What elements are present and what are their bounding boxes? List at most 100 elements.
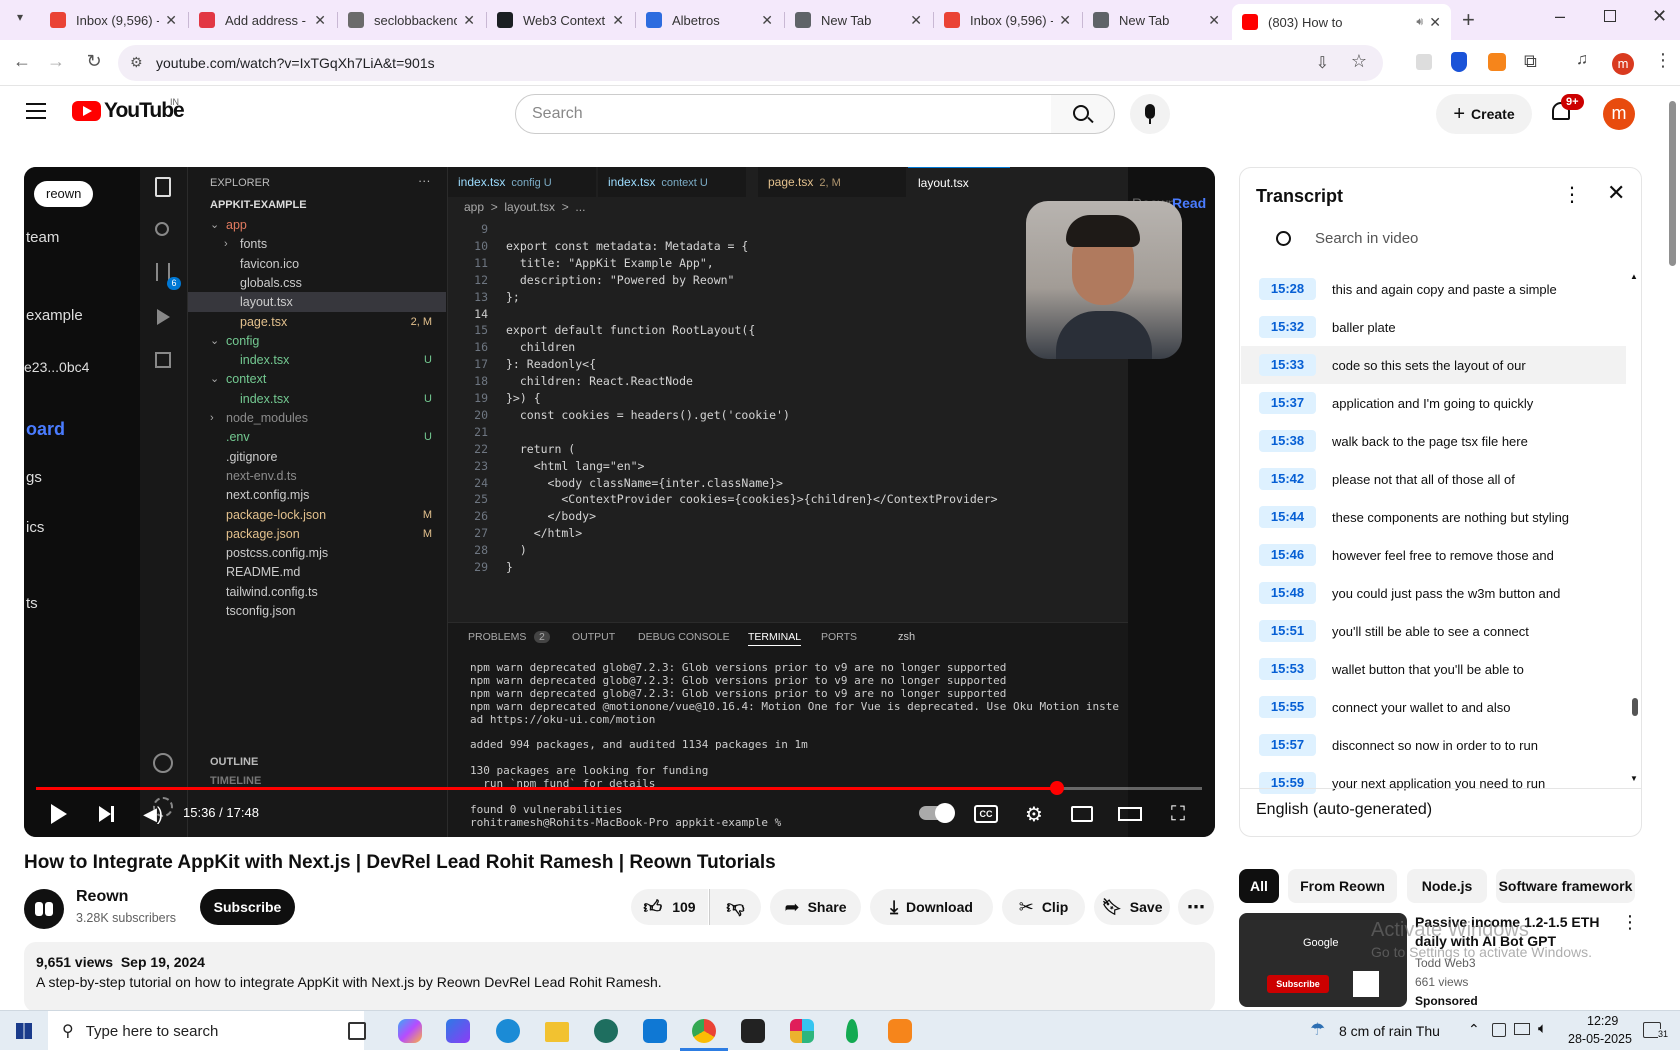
transcript-timestamp[interactable]: 15:59 — [1259, 772, 1316, 794]
account-avatar[interactable]: m — [1603, 98, 1635, 130]
autoplay-toggle[interactable] — [919, 803, 955, 823]
weather-icon[interactable]: ☂ — [1310, 1020, 1325, 1040]
transcript-timestamp[interactable]: 15:44 — [1259, 506, 1316, 528]
transcript-segment[interactable]: 15:32 baller plate — [1241, 308, 1626, 346]
close-window-button[interactable]: ✕ — [1652, 6, 1667, 27]
browser-tab[interactable]: Inbox (9,596) - m ✕ — [40, 4, 187, 36]
browser-tab[interactable]: New Tab ✕ — [785, 4, 932, 36]
subscribe-button[interactable]: Subscribe — [200, 889, 295, 925]
transcript-segment[interactable]: 15:55 connect your wallet to and also — [1241, 688, 1626, 726]
transcript-more-icon[interactable]: ⋮ — [1562, 182, 1582, 207]
forward-button[interactable]: → — [44, 51, 68, 72]
transcript-segment[interactable]: 15:33 code so this sets the layout of our — [1241, 346, 1626, 384]
close-tab-icon[interactable]: ✕ — [1059, 12, 1071, 29]
transcript-segment[interactable]: 15:59 your next application you need to r… — [1241, 764, 1626, 802]
browser-tab[interactable]: (803) How to 🔊︎ ✕ — [1232, 4, 1451, 40]
file-explorer-icon[interactable] — [545, 1022, 569, 1042]
search-input[interactable]: Search — [515, 94, 1052, 134]
filter-chip[interactable]: From Reown — [1288, 869, 1397, 903]
miniplayer-button[interactable] — [1064, 799, 1100, 829]
transcript-segment[interactable]: 15:46 however feel free to remove those a… — [1241, 536, 1626, 574]
tab-search-button[interactable]: ▾ — [10, 10, 30, 30]
clock-time[interactable]: 12:29 — [1587, 1014, 1618, 1028]
slack-icon[interactable] — [790, 1019, 814, 1043]
show-hidden-icons-chevron[interactable]: ⌃ — [1468, 1021, 1480, 1038]
like-button[interactable]: 👍︎ 109 — [631, 889, 708, 925]
browser-tab[interactable]: New Tab ✕ — [1083, 4, 1230, 36]
mute-button[interactable]: ◀) — [135, 799, 171, 829]
media-control-icon[interactable]: ♫ — [1576, 51, 1588, 69]
transcript-segment[interactable]: 15:53 wallet button that you'll be able t… — [1241, 650, 1626, 688]
search-button[interactable] — [1051, 94, 1115, 134]
play-button[interactable] — [41, 799, 77, 829]
youtube-logo-icon[interactable] — [72, 101, 101, 121]
vscode-icon[interactable] — [643, 1019, 667, 1043]
back-button[interactable]: ← — [10, 51, 34, 72]
sublime-app-icon[interactable] — [594, 1019, 618, 1043]
tab-audio-icon[interactable]: 🔊︎ — [1416, 16, 1423, 29]
transcript-timestamp[interactable]: 15:53 — [1259, 658, 1316, 680]
minimize-window-button[interactable]: – — [1555, 6, 1565, 27]
scroll-up-arrow-icon[interactable]: ▲ — [1630, 272, 1638, 281]
transcript-timestamp[interactable]: 15:38 — [1259, 430, 1316, 452]
shield-extension-icon[interactable] — [1451, 52, 1467, 72]
profile-avatar[interactable]: m — [1612, 53, 1634, 75]
transcript-segment[interactable]: 15:57 disconnect so now in order to to ru… — [1241, 726, 1626, 764]
transcript-timestamp[interactable]: 15:57 — [1259, 734, 1316, 756]
create-button[interactable]: + Create — [1436, 94, 1532, 134]
browser-tab[interactable]: Inbox (9,596) - m ✕ — [934, 4, 1081, 36]
hamburger-menu-icon[interactable] — [26, 103, 46, 119]
metamask-extension-icon[interactable] — [1488, 53, 1506, 71]
m365-icon[interactable] — [446, 1019, 470, 1043]
transcript-timestamp[interactable]: 15:46 — [1259, 544, 1316, 566]
site-info-icon[interactable]: ⚙ — [130, 54, 143, 71]
transcript-segment[interactable]: 15:38 walk back to the page tsx file here — [1241, 422, 1626, 460]
close-tab-icon[interactable]: ✕ — [1429, 14, 1441, 31]
chrome-icon[interactable] — [692, 1019, 716, 1043]
voice-search-button[interactable] — [1130, 94, 1170, 134]
extension-grid-icon[interactable] — [1416, 54, 1432, 70]
mongodb-icon[interactable] — [846, 1019, 858, 1043]
transcript-segment[interactable]: 15:48 you could just pass the w3m button … — [1241, 574, 1626, 612]
transcript-timestamp[interactable]: 15:51 — [1259, 620, 1316, 642]
filter-chip[interactable]: All — [1239, 869, 1279, 903]
windows-start-icon[interactable] — [16, 1023, 32, 1039]
channel-avatar[interactable] — [24, 889, 64, 929]
more-actions-button[interactable]: ⋯ — [1178, 889, 1214, 925]
install-app-icon[interactable]: ⇩ — [1316, 53, 1329, 73]
close-tab-icon[interactable]: ✕ — [314, 12, 326, 29]
edge-browser-icon[interactable] — [496, 1019, 520, 1043]
copilot-icon[interactable] — [398, 1019, 422, 1043]
browser-tab[interactable]: Albetros ✕ — [636, 4, 783, 36]
clip-button[interactable]: ✂ Clip — [1002, 889, 1085, 925]
extensions-puzzle-icon[interactable]: ⧉ — [1524, 51, 1537, 72]
close-tab-icon[interactable]: ✕ — [910, 12, 922, 29]
transcript-scrollbar[interactable] — [1632, 698, 1638, 716]
settings-button[interactable]: ⚙ — [1016, 799, 1052, 829]
browser-tab[interactable]: Add address - Z ✕ — [189, 4, 336, 36]
browser-tab[interactable]: seclobbackend ✕ — [338, 4, 485, 36]
filter-chip[interactable]: Software framework — [1496, 869, 1635, 903]
dislike-button[interactable]: 👎︎ — [709, 889, 761, 925]
transcript-segment[interactable]: 15:44 these components are nothing but st… — [1241, 498, 1626, 536]
transcript-segment[interactable]: 15:42 please not that all of those all of — [1241, 460, 1626, 498]
transcript-timestamp[interactable]: 15:42 — [1259, 468, 1316, 490]
theater-mode-button[interactable] — [1112, 799, 1148, 829]
transcript-timestamp[interactable]: 15:33 — [1259, 354, 1316, 376]
transcript-timestamp[interactable]: 15:37 — [1259, 392, 1316, 414]
browser-tab[interactable]: Web3 Context S ✕ — [487, 4, 634, 36]
terminal-icon[interactable] — [741, 1019, 765, 1043]
transcript-segment[interactable]: 15:28 this and again copy and paste a sim… — [1241, 270, 1626, 308]
speaker-icon[interactable]: 🔈︎ — [1538, 1020, 1547, 1037]
new-tab-button[interactable]: + — [1462, 7, 1475, 33]
clock-date[interactable]: 28-05-2025 — [1568, 1032, 1632, 1046]
transcript-segment[interactable]: 15:37 application and I'm going to quickl… — [1241, 384, 1626, 422]
browser-menu-icon[interactable]: ⋮ — [1654, 50, 1672, 71]
fullscreen-button[interactable]: ⛶ — [1160, 799, 1196, 829]
restore-window-button[interactable] — [1604, 10, 1616, 22]
next-video-button[interactable] — [88, 799, 124, 829]
transcript-timestamp[interactable]: 15:55 — [1259, 696, 1316, 718]
task-view-icon[interactable] — [348, 1022, 366, 1040]
reload-button[interactable]: ↻ — [82, 51, 106, 72]
tray-device-icon[interactable] — [1492, 1023, 1506, 1037]
